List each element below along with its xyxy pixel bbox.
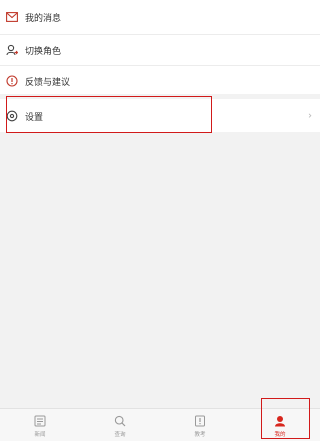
menu-item-messages[interactable]: 我的消息 bbox=[0, 0, 320, 34]
user-switch-icon bbox=[5, 43, 19, 57]
menu-item-label: 切换角色 bbox=[25, 46, 62, 57]
menu-item-label: 我的消息 bbox=[25, 13, 62, 24]
tab-exam[interactable]: 教考 bbox=[160, 409, 240, 441]
tab-label: 教考 bbox=[194, 432, 206, 438]
feedback-icon bbox=[5, 74, 19, 88]
chevron-right-icon: › bbox=[308, 110, 312, 122]
tab-news[interactable]: 新闻 bbox=[0, 409, 80, 441]
tab-query[interactable]: 查询 bbox=[80, 409, 160, 441]
bottom-tab-bar: 新闻 查询 教考 我的 bbox=[0, 408, 320, 441]
exam-icon bbox=[193, 414, 207, 428]
settings-group: 设置 › bbox=[0, 99, 320, 132]
profile-icon bbox=[273, 414, 287, 428]
search-icon bbox=[113, 414, 127, 428]
mail-icon bbox=[5, 10, 19, 24]
menu-item-switch-role[interactable]: 切换角色 bbox=[0, 34, 320, 65]
tab-mine[interactable]: 我的 bbox=[240, 409, 320, 441]
news-icon bbox=[33, 414, 47, 428]
menu-item-label: 设置 bbox=[25, 112, 44, 123]
menu-item-settings[interactable]: 设置 › bbox=[0, 99, 320, 133]
tab-label: 查询 bbox=[114, 432, 126, 438]
menu-item-label: 反馈与建议 bbox=[25, 77, 71, 88]
tab-label: 我的 bbox=[274, 432, 286, 438]
tab-label: 新闻 bbox=[34, 432, 46, 438]
menu-group: 我的消息 切换角色 反馈与建议 bbox=[0, 0, 320, 94]
menu-item-feedback[interactable]: 反馈与建议 bbox=[0, 65, 320, 96]
gear-icon bbox=[5, 109, 19, 123]
